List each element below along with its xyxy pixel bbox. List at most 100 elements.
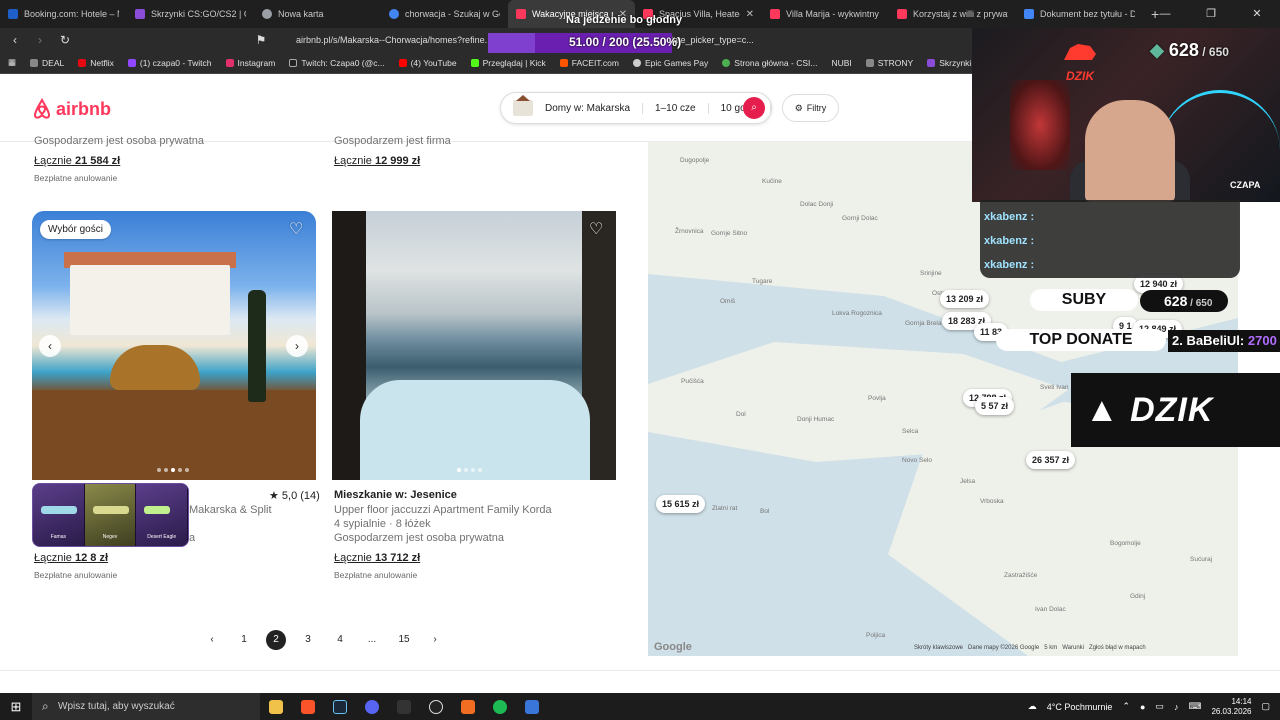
- map-place-label: Povlja: [868, 395, 886, 402]
- pagination-prev[interactable]: ‹: [202, 634, 222, 645]
- map-place-label: Poljica: [866, 632, 886, 639]
- filters-button[interactable]: ⚙ Filtry: [782, 94, 839, 122]
- chevron-left-icon[interactable]: ‹: [39, 335, 61, 357]
- map-price-marker[interactable]: 5 57 zł: [975, 397, 1015, 415]
- bookmark-icon[interactable]: ⚑: [251, 33, 271, 47]
- taskbar-search[interactable]: Wpisz tutaj, aby wyszukać: [32, 693, 260, 720]
- map-place-label: Sućuraj: [1190, 556, 1213, 563]
- pagination-page[interactable]: 15: [394, 634, 414, 645]
- chevron-right-icon[interactable]: ›: [286, 335, 308, 357]
- file-explorer-icon[interactable]: [260, 693, 292, 720]
- total-value: 21 584 zł: [74, 155, 121, 167]
- browser-tab[interactable]: Booking.com: Hotele – Ma: [0, 0, 127, 28]
- bookmark-item[interactable]: Netflix: [78, 58, 114, 68]
- browser-tab[interactable]: Dokument bez tytułu - Do: [1016, 0, 1143, 28]
- language-icon[interactable]: ⌨: [1188, 701, 1201, 712]
- forward-icon[interactable]: ›: [30, 33, 50, 47]
- map-place-label: Srinjine: [920, 270, 942, 277]
- apps-grid-icon[interactable]: ▦: [8, 57, 16, 68]
- heart-icon[interactable]: ♡: [289, 219, 303, 239]
- bookmark-item[interactable]: (4) YouTube: [398, 58, 457, 68]
- map-place-label: Jelsa: [960, 478, 976, 485]
- map-terms-link[interactable]: Warunki: [1062, 645, 1084, 651]
- notifications-icon[interactable]: ▢: [1261, 701, 1270, 712]
- airbnb-logo-icon: [33, 98, 51, 119]
- bookmark-item[interactable]: STRONY: [865, 58, 913, 68]
- tiktok-icon: [289, 58, 298, 67]
- clock[interactable]: 14:14 26.03.2026: [1211, 697, 1251, 717]
- bookmark-item[interactable]: Epic Games Pay: [632, 58, 708, 68]
- mic-icon[interactable]: ●: [1140, 702, 1145, 712]
- brave-icon[interactable]: [292, 693, 324, 720]
- bookmark-item[interactable]: Twitch: Czapa0 (@c...: [289, 58, 385, 68]
- bookmark-item[interactable]: Strona główna - CSI...: [722, 58, 817, 68]
- minimize-icon[interactable]: —: [1142, 0, 1188, 28]
- total-price-link[interactable]: Łącznie 21 584 zł: [34, 155, 120, 167]
- search-location[interactable]: Domy w: Makarska: [533, 102, 644, 114]
- pagination-page[interactable]: 4: [330, 634, 350, 645]
- network-icon[interactable]: ▭: [1155, 701, 1164, 712]
- browser-tab[interactable]: chorwacja - Szukaj w Goo: [381, 0, 508, 28]
- browser-tab[interactable]: Korzystaj z willi z prywatn: [889, 0, 1016, 28]
- app-orange-icon[interactable]: [452, 693, 484, 720]
- faceit-icon[interactable]: [420, 693, 452, 720]
- close-window-icon[interactable]: ✕: [1234, 0, 1280, 28]
- browser-tab[interactable]: Nowa karta: [254, 0, 381, 28]
- epic-games-icon[interactable]: [388, 693, 420, 720]
- calculator-icon[interactable]: [516, 693, 548, 720]
- windows-start-icon[interactable]: ⊞: [0, 699, 32, 715]
- map-place-label: Bogomolje: [1110, 540, 1141, 547]
- pagination-next[interactable]: ›: [425, 634, 445, 645]
- chat-line: xkabenz :: [984, 235, 1035, 247]
- bookmark-item[interactable]: Instagram: [225, 58, 275, 68]
- pistol-icon: [144, 506, 171, 514]
- listing-title[interactable]: Mieszkanie w: Jesenice: [334, 489, 457, 501]
- airbnb-logo-text: airbnb: [56, 98, 112, 119]
- pagination-page[interactable]: 1: [234, 634, 254, 645]
- total-label: Łącznie: [34, 552, 72, 564]
- map-price-marker[interactable]: 26 357 zł: [1026, 451, 1076, 469]
- search-bar[interactable]: Domy w: Makarska 1–10 cze 10 gości ⌕: [500, 92, 772, 124]
- chat-line: xkabenz :: [984, 259, 1035, 271]
- map-price-marker[interactable]: 15 615 zł: [656, 495, 706, 513]
- weather-text[interactable]: 4°C Pochmurnie: [1047, 702, 1113, 712]
- maximize-icon[interactable]: ❐: [1188, 0, 1234, 28]
- heart-icon[interactable]: ♡: [589, 219, 603, 239]
- pagination-page[interactable]: 3: [298, 634, 318, 645]
- reload-icon[interactable]: ↻: [55, 33, 75, 47]
- back-icon[interactable]: ‹: [5, 33, 25, 47]
- total-price-link[interactable]: Łącznie 12 8 zł: [34, 552, 108, 564]
- bookmark-label: Strona główna - CSI...: [734, 57, 818, 68]
- bookmark-item[interactable]: NUBI: [831, 58, 851, 68]
- pagination-page-active[interactable]: 2: [266, 630, 286, 650]
- browser-tab[interactable]: Skrzynki CS:GO/CS2 | G4S: [127, 0, 254, 28]
- airbnb-logo[interactable]: airbnb: [32, 98, 111, 120]
- top-donate-amount: 2700: [1247, 333, 1277, 348]
- volume-icon[interactable]: ♪: [1174, 702, 1179, 712]
- search-dates[interactable]: 1–10 cze: [643, 102, 709, 114]
- search-icon[interactable]: ⌕: [743, 97, 765, 119]
- discord-icon[interactable]: [356, 693, 388, 720]
- sub-counter-top: ◆ 628 / 650: [1150, 40, 1229, 60]
- map-place-label: Omiš: [720, 298, 736, 305]
- map-data-text: Dane mapy ©2026 Google: [968, 645, 1040, 651]
- bookmark-item[interactable]: FACEIT.com: [559, 58, 619, 68]
- map-report-link[interactable]: Zgłoś błąd w mapach: [1089, 645, 1146, 651]
- dzik-logo-text: DZIK: [1066, 69, 1094, 83]
- browser-tab[interactable]: Villa Marija - wykwintny d: [762, 0, 889, 28]
- tray-chevron-icon[interactable]: ⌃: [1122, 701, 1130, 712]
- bookmark-item[interactable]: DEAL: [30, 58, 64, 68]
- bookmark-item[interactable]: (1) czapa0 - Twitch: [127, 58, 212, 68]
- bookmark-item[interactable]: Przeglądaj | Kick: [470, 58, 546, 68]
- close-tab-icon[interactable]: ✕: [746, 9, 754, 20]
- map-shortcuts-link[interactable]: Skróty klawiszowe: [914, 645, 963, 651]
- total-price-link[interactable]: Łącznie 13 712 zł: [334, 552, 420, 564]
- spotify-icon[interactable]: [484, 693, 516, 720]
- total-value: 12 999 zł: [374, 155, 421, 167]
- total-price-link[interactable]: Łącznie 12 999 zł: [334, 155, 420, 167]
- globe-icon: [722, 58, 731, 67]
- dot: [185, 468, 189, 472]
- steam-icon[interactable]: [324, 693, 356, 720]
- photo-dots: [457, 468, 482, 472]
- map-price-marker[interactable]: 13 209 zł: [940, 290, 990, 308]
